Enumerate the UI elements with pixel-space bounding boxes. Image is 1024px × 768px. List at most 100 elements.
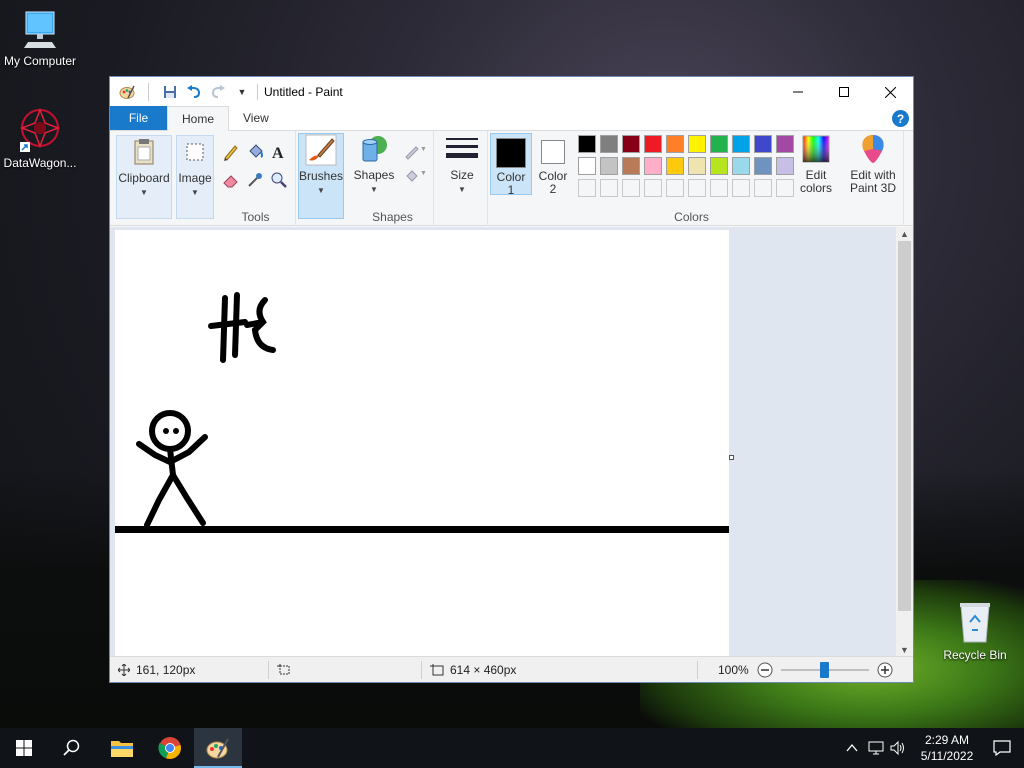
minimize-button[interactable]: [775, 77, 821, 107]
stick-figure: [136, 410, 208, 528]
taskbar-paint[interactable]: [194, 728, 242, 768]
zoom-slider[interactable]: [780, 661, 869, 678]
zoom-slider-thumb[interactable]: [820, 661, 830, 678]
clock[interactable]: 2:29 AM 5/11/2022: [914, 732, 980, 764]
text-icon[interactable]: A: [270, 143, 288, 161]
magnifier-icon[interactable]: [270, 171, 288, 189]
palette-swatch[interactable]: [776, 157, 794, 175]
palette-swatch[interactable]: [578, 135, 596, 153]
customize-qa-chevron-icon[interactable]: ▼: [233, 83, 251, 101]
tools-group-label: Tools: [241, 210, 270, 224]
maximize-button[interactable]: [821, 77, 867, 107]
clipboard-button[interactable]: Clipboard ▼: [116, 135, 172, 219]
zoom-out-icon[interactable]: [757, 662, 773, 678]
resize-handle[interactable]: [729, 455, 734, 460]
palette-swatch-empty[interactable]: [710, 179, 728, 197]
close-button[interactable]: [867, 77, 913, 107]
size-button[interactable]: Size ▼: [440, 133, 484, 219]
taskbar: 2:29 AM 5/11/2022: [0, 728, 1024, 768]
palette-swatch-empty[interactable]: [732, 179, 750, 197]
desktop-icon-label: Recycle Bin: [943, 648, 1007, 662]
color2-button[interactable]: Color 2: [534, 133, 572, 196]
palette-swatch[interactable]: [732, 135, 750, 153]
palette-swatch[interactable]: [644, 135, 662, 153]
palette-swatch-empty[interactable]: [666, 179, 684, 197]
palette-swatch[interactable]: [600, 135, 618, 153]
palette-swatch[interactable]: [622, 135, 640, 153]
zoom-in-icon[interactable]: [877, 662, 893, 678]
color1-button[interactable]: Color 1: [490, 133, 532, 197]
canvas-size-text: 614 × 460px: [450, 662, 517, 677]
palette-swatch-empty[interactable]: [600, 179, 618, 197]
taskbar-file-explorer[interactable]: [98, 728, 146, 768]
palette-swatch-empty[interactable]: [622, 179, 640, 197]
fill-icon[interactable]: ▼: [404, 167, 426, 185]
colors-group-label: Colors: [674, 210, 709, 224]
color-picker-icon[interactable]: [246, 171, 264, 189]
palette-swatch[interactable]: [578, 157, 596, 175]
edit-colors-button[interactable]: Edit colors: [796, 133, 836, 219]
palette-swatch-empty[interactable]: [688, 179, 706, 197]
palette-swatch[interactable]: [754, 135, 772, 153]
network-icon[interactable]: [868, 741, 884, 755]
line-size-icon: [446, 133, 478, 165]
action-center-button[interactable]: [980, 728, 1024, 768]
brushes-button[interactable]: Brushes ▼: [298, 133, 344, 219]
color2-swatch: [541, 140, 565, 164]
selection-size-icon: [277, 663, 290, 674]
search-button[interactable]: [48, 728, 96, 768]
palette-swatch[interactable]: [666, 157, 684, 175]
shapes-button[interactable]: Shapes ▼: [352, 133, 396, 219]
outline-icon[interactable]: ▼: [404, 143, 426, 161]
help-button[interactable]: ?: [892, 110, 909, 127]
palette-swatch[interactable]: [666, 135, 684, 153]
image-button[interactable]: Image ▼: [176, 135, 214, 219]
scroll-up-icon[interactable]: ▲: [896, 227, 913, 241]
palette-swatch[interactable]: [710, 135, 728, 153]
tab-file[interactable]: File: [110, 106, 167, 130]
paint-app-icon[interactable]: [118, 83, 136, 101]
palette-swatch-empty[interactable]: [754, 179, 772, 197]
undo-icon[interactable]: [185, 83, 203, 101]
chevron-up-icon[interactable]: [846, 744, 858, 752]
palette-swatch[interactable]: [688, 135, 706, 153]
palette-swatch[interactable]: [600, 157, 618, 175]
palette-swatch[interactable]: [754, 157, 772, 175]
palette-swatch[interactable]: [776, 135, 794, 153]
windows-logo-icon: [16, 740, 32, 756]
palette-swatch[interactable]: [622, 157, 640, 175]
shapes-group-label: Shapes: [372, 210, 413, 224]
svg-text:▼: ▼: [420, 170, 426, 177]
palette-swatch-empty[interactable]: [578, 179, 596, 197]
vertical-scrollbar[interactable]: ▲ ▼: [896, 227, 913, 657]
desktop-icon-datawagon[interactable]: DataWagon...: [0, 106, 80, 170]
desktop-icon-recycle-bin[interactable]: Recycle Bin: [935, 600, 1015, 662]
palette-swatch[interactable]: [710, 157, 728, 175]
window-controls: [775, 77, 913, 107]
edit-with-paint3d-button[interactable]: Edit with Paint 3D: [846, 133, 900, 219]
tab-home[interactable]: Home: [167, 106, 230, 131]
start-button[interactable]: [0, 728, 48, 768]
volume-icon[interactable]: [890, 741, 906, 755]
canvas-area: [110, 227, 897, 657]
redo-icon[interactable]: [209, 83, 227, 101]
palette-swatch[interactable]: [644, 157, 662, 175]
tab-view[interactable]: View: [229, 106, 283, 130]
taskbar-chrome[interactable]: [146, 728, 194, 768]
selection-size: [269, 657, 421, 683]
palette-swatch-empty[interactable]: [776, 179, 794, 197]
palette-swatch[interactable]: [732, 157, 750, 175]
scrollbar-thumb[interactable]: [898, 241, 911, 611]
scroll-down-icon[interactable]: ▼: [896, 643, 913, 657]
clock-date: 5/11/2022: [920, 749, 974, 763]
pencil-icon[interactable]: [222, 143, 240, 161]
palette-swatch[interactable]: [688, 157, 706, 175]
zoom-level-text: 100%: [718, 662, 749, 677]
eraser-icon[interactable]: [222, 171, 240, 189]
desktop-icon-my-computer[interactable]: My Computer: [0, 8, 80, 68]
save-icon[interactable]: [161, 83, 179, 101]
fill-bucket-icon[interactable]: [246, 143, 264, 161]
drawing-canvas[interactable]: [115, 230, 729, 657]
clock-time: 2:29 AM: [924, 733, 970, 747]
palette-swatch-empty[interactable]: [644, 179, 662, 197]
